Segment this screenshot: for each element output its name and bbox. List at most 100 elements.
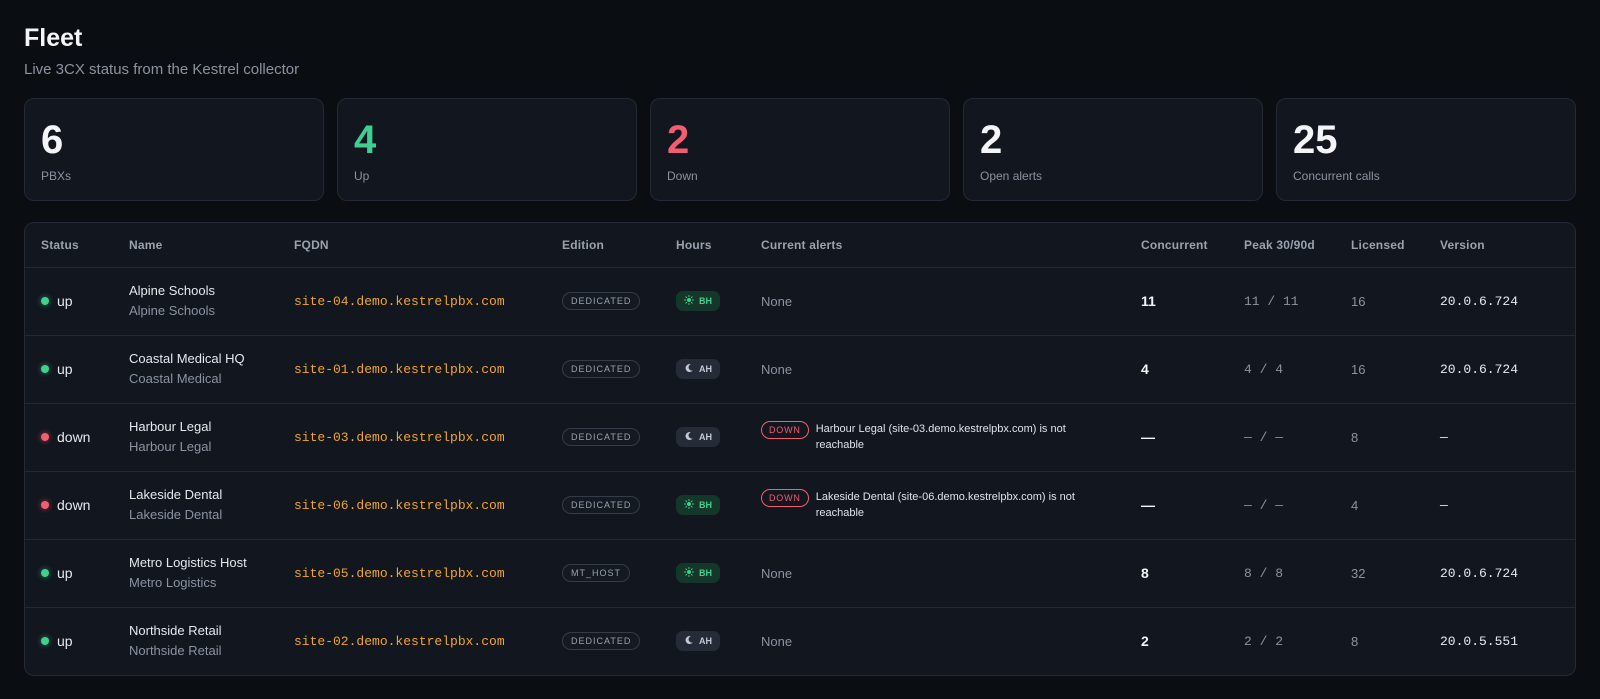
alert-cell: DOWN Harbour Legal (site-03.demo.kestrelp… <box>761 421 1125 453</box>
status-dot-icon <box>41 569 49 577</box>
peak-value: — / — <box>1244 498 1284 513</box>
status-text: up <box>57 361 73 377</box>
fqdn-link[interactable]: site-02.demo.kestrelpbx.com <box>294 634 505 649</box>
cell-peak: — / — <box>1228 471 1335 540</box>
column-header-edition[interactable]: Edition <box>546 223 660 268</box>
column-header-current-alerts[interactable]: Current alerts <box>745 223 1125 268</box>
table-row[interactable]: down Lakeside Dental Lakeside Dental site-0… <box>25 471 1575 540</box>
fqdn-link[interactable]: site-05.demo.kestrelpbx.com <box>294 566 505 581</box>
hours-badge: BH <box>676 495 720 515</box>
hours-label: BH <box>699 296 712 306</box>
peak-value: 2 / 2 <box>1244 634 1284 650</box>
status-dot-icon <box>41 297 49 305</box>
stat-card-up: 4 Up <box>337 98 637 201</box>
cell-version: — <box>1424 471 1575 540</box>
stat-label-up: Up <box>354 169 370 183</box>
cell-peak: 8 / 8 <box>1228 539 1335 608</box>
cell-licensed: 16 <box>1335 335 1424 404</box>
hours-badge: BH <box>676 563 720 583</box>
hours-badge: AH <box>676 359 720 379</box>
pbx-name[interactable]: Coastal Medical HQ <box>129 350 278 368</box>
peak-value: 11 / 11 <box>1244 294 1299 309</box>
cell-peak: — / — <box>1228 403 1335 472</box>
cell-name: Lakeside Dental Lakeside Dental <box>113 471 278 540</box>
stat-card-concurrent-calls: 25 Concurrent calls <box>1276 98 1576 201</box>
cell-edition: MT_HOST <box>546 539 660 608</box>
stat-label-open-alerts: Open alerts <box>980 169 1043 183</box>
cell-fqdn: site-01.demo.kestrelpbx.com <box>278 335 546 404</box>
cell-edition: DEDICATED <box>546 607 660 675</box>
sun-icon <box>684 566 694 580</box>
hours-badge: AH <box>676 427 720 447</box>
hours-badge: AH <box>676 631 720 652</box>
cell-edition: DEDICATED <box>546 267 660 336</box>
cell-status: up <box>25 539 113 608</box>
stat-value-pbxs: 6 <box>41 118 64 162</box>
peak-value: — / — <box>1244 430 1284 445</box>
cell-status: down <box>25 403 113 472</box>
cell-current-alerts: DOWN Harbour Legal (site-03.demo.kestrelp… <box>745 403 1125 472</box>
page-subtitle: Live 3CX status from the Kestrel collect… <box>24 61 300 78</box>
fqdn-link[interactable]: site-03.demo.kestrelpbx.com <box>294 430 505 445</box>
peak-value: 8 / 8 <box>1244 566 1284 581</box>
customer-name: Harbour Legal <box>129 439 212 454</box>
cell-edition: DEDICATED <box>546 471 660 540</box>
cell-name: Coastal Medical HQ Coastal Medical <box>113 335 278 404</box>
status-dot-icon <box>41 365 49 373</box>
alert-none: None <box>761 361 793 377</box>
cell-current-alerts: DOWN Lakeside Dental (site-06.demo.kestre… <box>745 471 1125 540</box>
pbx-name[interactable]: Metro Logistics Host <box>129 554 278 572</box>
cell-hours: AH <box>660 403 745 472</box>
column-header-version[interactable]: Version <box>1424 223 1575 268</box>
licensed-value: 8 <box>1351 633 1359 649</box>
cell-peak: 11 / 11 <box>1228 267 1335 336</box>
pbx-name[interactable]: Northside Retail <box>129 622 278 640</box>
column-header-name[interactable]: Name <box>113 223 278 268</box>
cell-fqdn: site-02.demo.kestrelpbx.com <box>278 607 546 675</box>
table-row[interactable]: up Coastal Medical HQ Coastal Medical site-… <box>25 335 1575 404</box>
pbx-name[interactable]: Harbour Legal <box>129 418 278 436</box>
fqdn-link[interactable]: site-04.demo.kestrelpbx.com <box>294 294 505 309</box>
cell-hours: AH <box>660 335 745 404</box>
table-row[interactable]: down Harbour Legal Harbour Legal site-03.de… <box>25 403 1575 472</box>
customer-name: Northside Retail <box>129 643 222 659</box>
version-value: 20.0.5.551 <box>1440 634 1519 650</box>
concurrent-value: 2 <box>1141 633 1149 650</box>
cell-licensed: 8 <box>1335 607 1424 675</box>
table-row[interactable]: up Northside Retail Northside Retail site-0… <box>25 607 1575 675</box>
concurrent-value: — <box>1141 429 1155 445</box>
cell-hours: BH <box>660 539 745 608</box>
fqdn-link[interactable]: site-01.demo.kestrelpbx.com <box>294 362 505 377</box>
cell-fqdn: site-05.demo.kestrelpbx.com <box>278 539 546 608</box>
column-header-peak[interactable]: Peak 30/90d <box>1228 223 1335 268</box>
hours-badge: BH <box>676 291 720 311</box>
column-header-licensed[interactable]: Licensed <box>1335 223 1424 268</box>
table-row[interactable]: up Alpine Schools Alpine Schools site-04.de… <box>25 267 1575 336</box>
stat-value-concurrent-calls: 25 <box>1293 118 1338 162</box>
cell-concurrent: 11 <box>1125 267 1228 336</box>
status-text: down <box>57 429 91 445</box>
hours-label: BH <box>699 568 712 578</box>
cell-peak: 2 / 2 <box>1228 607 1335 675</box>
column-header-fqdn[interactable]: FQDN <box>278 223 546 268</box>
column-header-status[interactable]: Status <box>25 223 113 268</box>
stat-label-pbxs: PBXs <box>41 169 72 183</box>
column-header-hours[interactable]: Hours <box>660 223 745 268</box>
column-header-concurrent[interactable]: Concurrent <box>1125 223 1228 268</box>
concurrent-value: 11 <box>1141 293 1156 309</box>
status-text: down <box>57 497 91 513</box>
cell-edition: DEDICATED <box>546 403 660 472</box>
pbx-name[interactable]: Lakeside Dental <box>129 486 278 504</box>
sun-icon <box>684 294 694 308</box>
cell-status: up <box>25 607 113 675</box>
table-row[interactable]: up Metro Logistics Host Metro Logistics sit… <box>25 539 1575 608</box>
stat-label-concurrent-calls: Concurrent calls <box>1293 169 1380 183</box>
hours-label: BH <box>699 500 712 510</box>
cell-version: 20.0.6.724 <box>1424 335 1575 404</box>
moon-icon <box>684 363 694 376</box>
customer-name: Metro Logistics <box>129 575 217 590</box>
fqdn-link[interactable]: site-06.demo.kestrelpbx.com <box>294 498 505 513</box>
page-title: Fleet <box>24 24 83 52</box>
pbx-name[interactable]: Alpine Schools <box>129 282 278 300</box>
concurrent-value: 8 <box>1141 565 1149 581</box>
